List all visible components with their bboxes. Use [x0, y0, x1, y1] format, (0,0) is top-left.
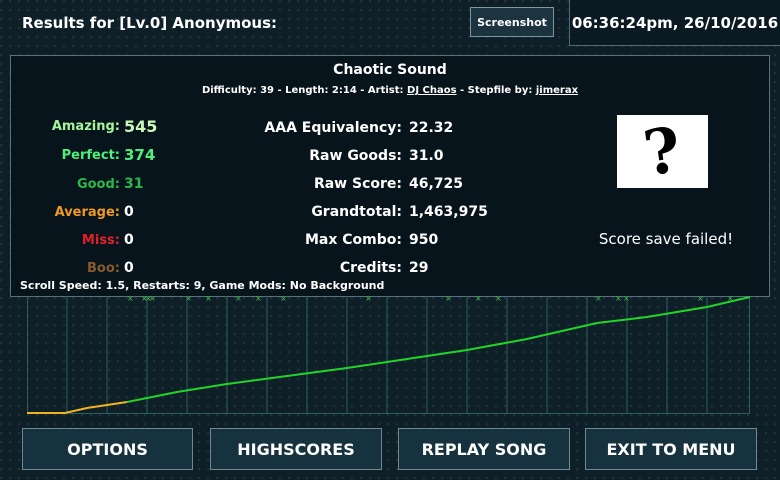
stat-label-credits: Credits: — [339, 260, 402, 276]
svg-text:×: × — [445, 296, 452, 303]
stat-value-raw-goods: 31.0 — [409, 148, 444, 164]
judge-value-amazing: 545 — [124, 117, 158, 136]
stepfile-label: - Stepfile by: — [456, 85, 536, 96]
graph-start-line — [27, 401, 128, 414]
stat-value-max-combo: 950 — [409, 232, 439, 248]
svg-text:×: × — [127, 296, 134, 303]
judge-label-boo: Boo: — [87, 261, 120, 276]
svg-text:×: × — [615, 296, 622, 303]
song-meta: Difficulty: 39 - Length: 2:14 - Artist: … — [11, 85, 769, 96]
judge-value-perfect: 374 — [124, 146, 156, 164]
judge-label-amazing: Amazing: — [51, 119, 120, 134]
judge-label-good: Good: — [76, 177, 120, 192]
stepfile-author-link[interactable]: jimerax — [536, 85, 578, 96]
judge-value-average: 0 — [124, 204, 134, 220]
question-mark-icon: ? — [639, 112, 686, 190]
judge-value-boo: 0 — [124, 260, 134, 276]
svg-text:×: × — [235, 296, 242, 303]
stat-label-grandtotal: Grandtotal: — [311, 204, 402, 220]
svg-text:×: × — [255, 296, 262, 303]
song-difficulty-length: Difficulty: 39 - Length: 2:14 - Artist: — [201, 85, 408, 96]
stat-value-raw-score: 46,725 — [409, 176, 464, 192]
results-panel: Chaotic Sound Difficulty: 39 - Length: 2… — [10, 55, 770, 297]
judge-label-average: Average: — [54, 205, 120, 220]
exit-to-menu-button[interactable]: EXIT TO MENU — [585, 428, 757, 470]
svg-text:×: × — [475, 296, 482, 303]
options-button[interactable]: OPTIONS — [22, 428, 193, 470]
svg-text:×: × — [205, 296, 212, 303]
avatar: ? — [617, 112, 708, 190]
graph-miss-marks: × ××× × × × × × × × × × × × × × × — [127, 296, 734, 303]
judge-label-perfect: Perfect: — [61, 148, 120, 163]
screenshot-button[interactable]: Screenshot — [470, 7, 554, 37]
stat-label-aaa: AAA Equivalency: — [264, 120, 402, 136]
datetime-display: 06:36:24pm, 26/10/2016 — [569, 0, 780, 46]
graph-grid — [27, 296, 750, 414]
judge-value-good: 31 — [124, 176, 144, 192]
stat-label-raw-goods: Raw Goods: — [309, 148, 402, 164]
results-title: Results for [Lv.0] Anonymous: — [22, 14, 278, 32]
svg-text:×: × — [697, 296, 704, 303]
graph-progress-line — [126, 296, 750, 403]
svg-text:×: × — [623, 296, 630, 303]
stat-value-credits: 29 — [409, 260, 429, 276]
stat-value-aaa: 22.32 — [409, 120, 454, 136]
svg-text:×: × — [149, 296, 156, 303]
score-progress-graph: × ××× × × × × × × × × × × × × × × — [27, 296, 750, 414]
stat-label-raw-score: Raw Score: — [313, 176, 402, 192]
replay-song-button[interactable]: REPLAY SONG — [398, 428, 570, 470]
score-save-status: Score save failed! — [598, 230, 734, 248]
svg-text:×: × — [595, 296, 602, 303]
highscores-button[interactable]: HIGHSCORES — [210, 428, 382, 470]
judge-label-miss: Miss: — [81, 233, 120, 248]
svg-text:×: × — [495, 296, 502, 303]
artist-link[interactable]: DJ Chaos — [407, 85, 457, 96]
stat-label-max-combo: Max Combo: — [304, 232, 402, 248]
game-mods-info: Scroll Speed: 1.5, Restarts: 9, Game Mod… — [20, 279, 385, 292]
svg-text:×: × — [365, 296, 372, 303]
stat-value-grandtotal: 1,463,975 — [409, 204, 488, 220]
song-title: Chaotic Sound — [333, 62, 447, 78]
judge-value-miss: 0 — [124, 232, 134, 248]
svg-text:×: × — [280, 296, 287, 303]
svg-text:×: × — [185, 296, 192, 303]
